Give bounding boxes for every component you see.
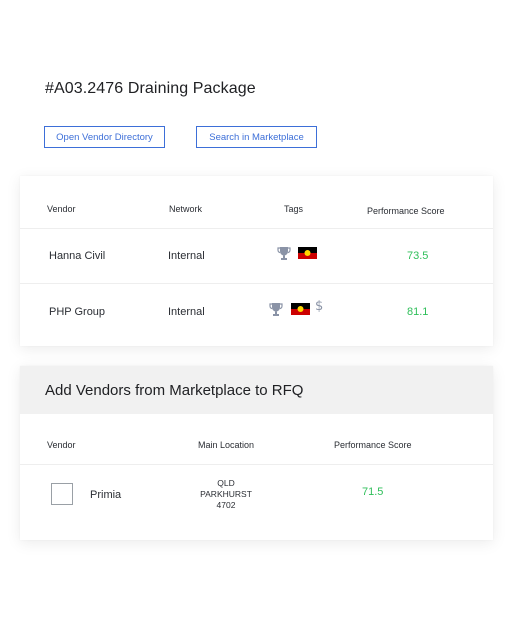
column-header-main-location: Main Location <box>198 440 255 450</box>
select-vendor-checkbox[interactable] <box>51 483 73 505</box>
vendor-table-card: Vendor Network Tags Performance Score Ha… <box>20 176 493 346</box>
vendor-name[interactable]: PHP Group <box>49 306 105 318</box>
column-header-vendor: Vendor <box>47 204 76 214</box>
performance-score: 73.5 <box>407 250 429 262</box>
marketplace-title: Add Vendors from Marketplace to RFQ <box>45 382 304 399</box>
location-state: QLD <box>217 478 235 488</box>
column-header-performance-score: Performance Score <box>334 440 412 450</box>
location-postcode: 4702 <box>216 500 236 510</box>
vendor-name[interactable]: Hanna Civil <box>49 250 105 262</box>
column-header-network: Network <box>169 204 203 214</box>
row-divider <box>20 464 493 465</box>
open-vendor-directory-button[interactable]: Open Vendor Directory <box>44 126 165 148</box>
trophy-icon <box>269 303 283 316</box>
column-header-vendor: Vendor <box>47 440 76 450</box>
vendor-network: Internal <box>168 306 205 318</box>
row-divider <box>20 228 493 229</box>
vendor-location: QLD PARKHURST 4702 <box>195 478 257 511</box>
search-marketplace-button[interactable]: Search in Marketplace <box>196 126 317 148</box>
column-header-tags: Tags <box>284 204 304 214</box>
vendor-name[interactable]: Primia <box>90 489 121 501</box>
location-suburb: PARKHURST <box>200 489 252 499</box>
page-title: #A03.2476 Draining Package <box>45 80 256 97</box>
performance-score: 81.1 <box>407 306 429 318</box>
marketplace-header: Add Vendors from Marketplace to RFQ <box>20 366 493 414</box>
trophy-icon <box>277 247 291 260</box>
marketplace-card: Add Vendors from Marketplace to RFQ Vend… <box>20 366 493 540</box>
vendor-network: Internal <box>168 250 205 262</box>
aboriginal-flag-icon <box>291 303 310 315</box>
performance-score: 71.5 <box>362 486 384 498</box>
row-divider <box>20 283 493 284</box>
column-header-performance-score: Performance Score <box>367 206 445 216</box>
dollar-icon: $ <box>315 299 324 314</box>
aboriginal-flag-icon <box>298 247 317 259</box>
